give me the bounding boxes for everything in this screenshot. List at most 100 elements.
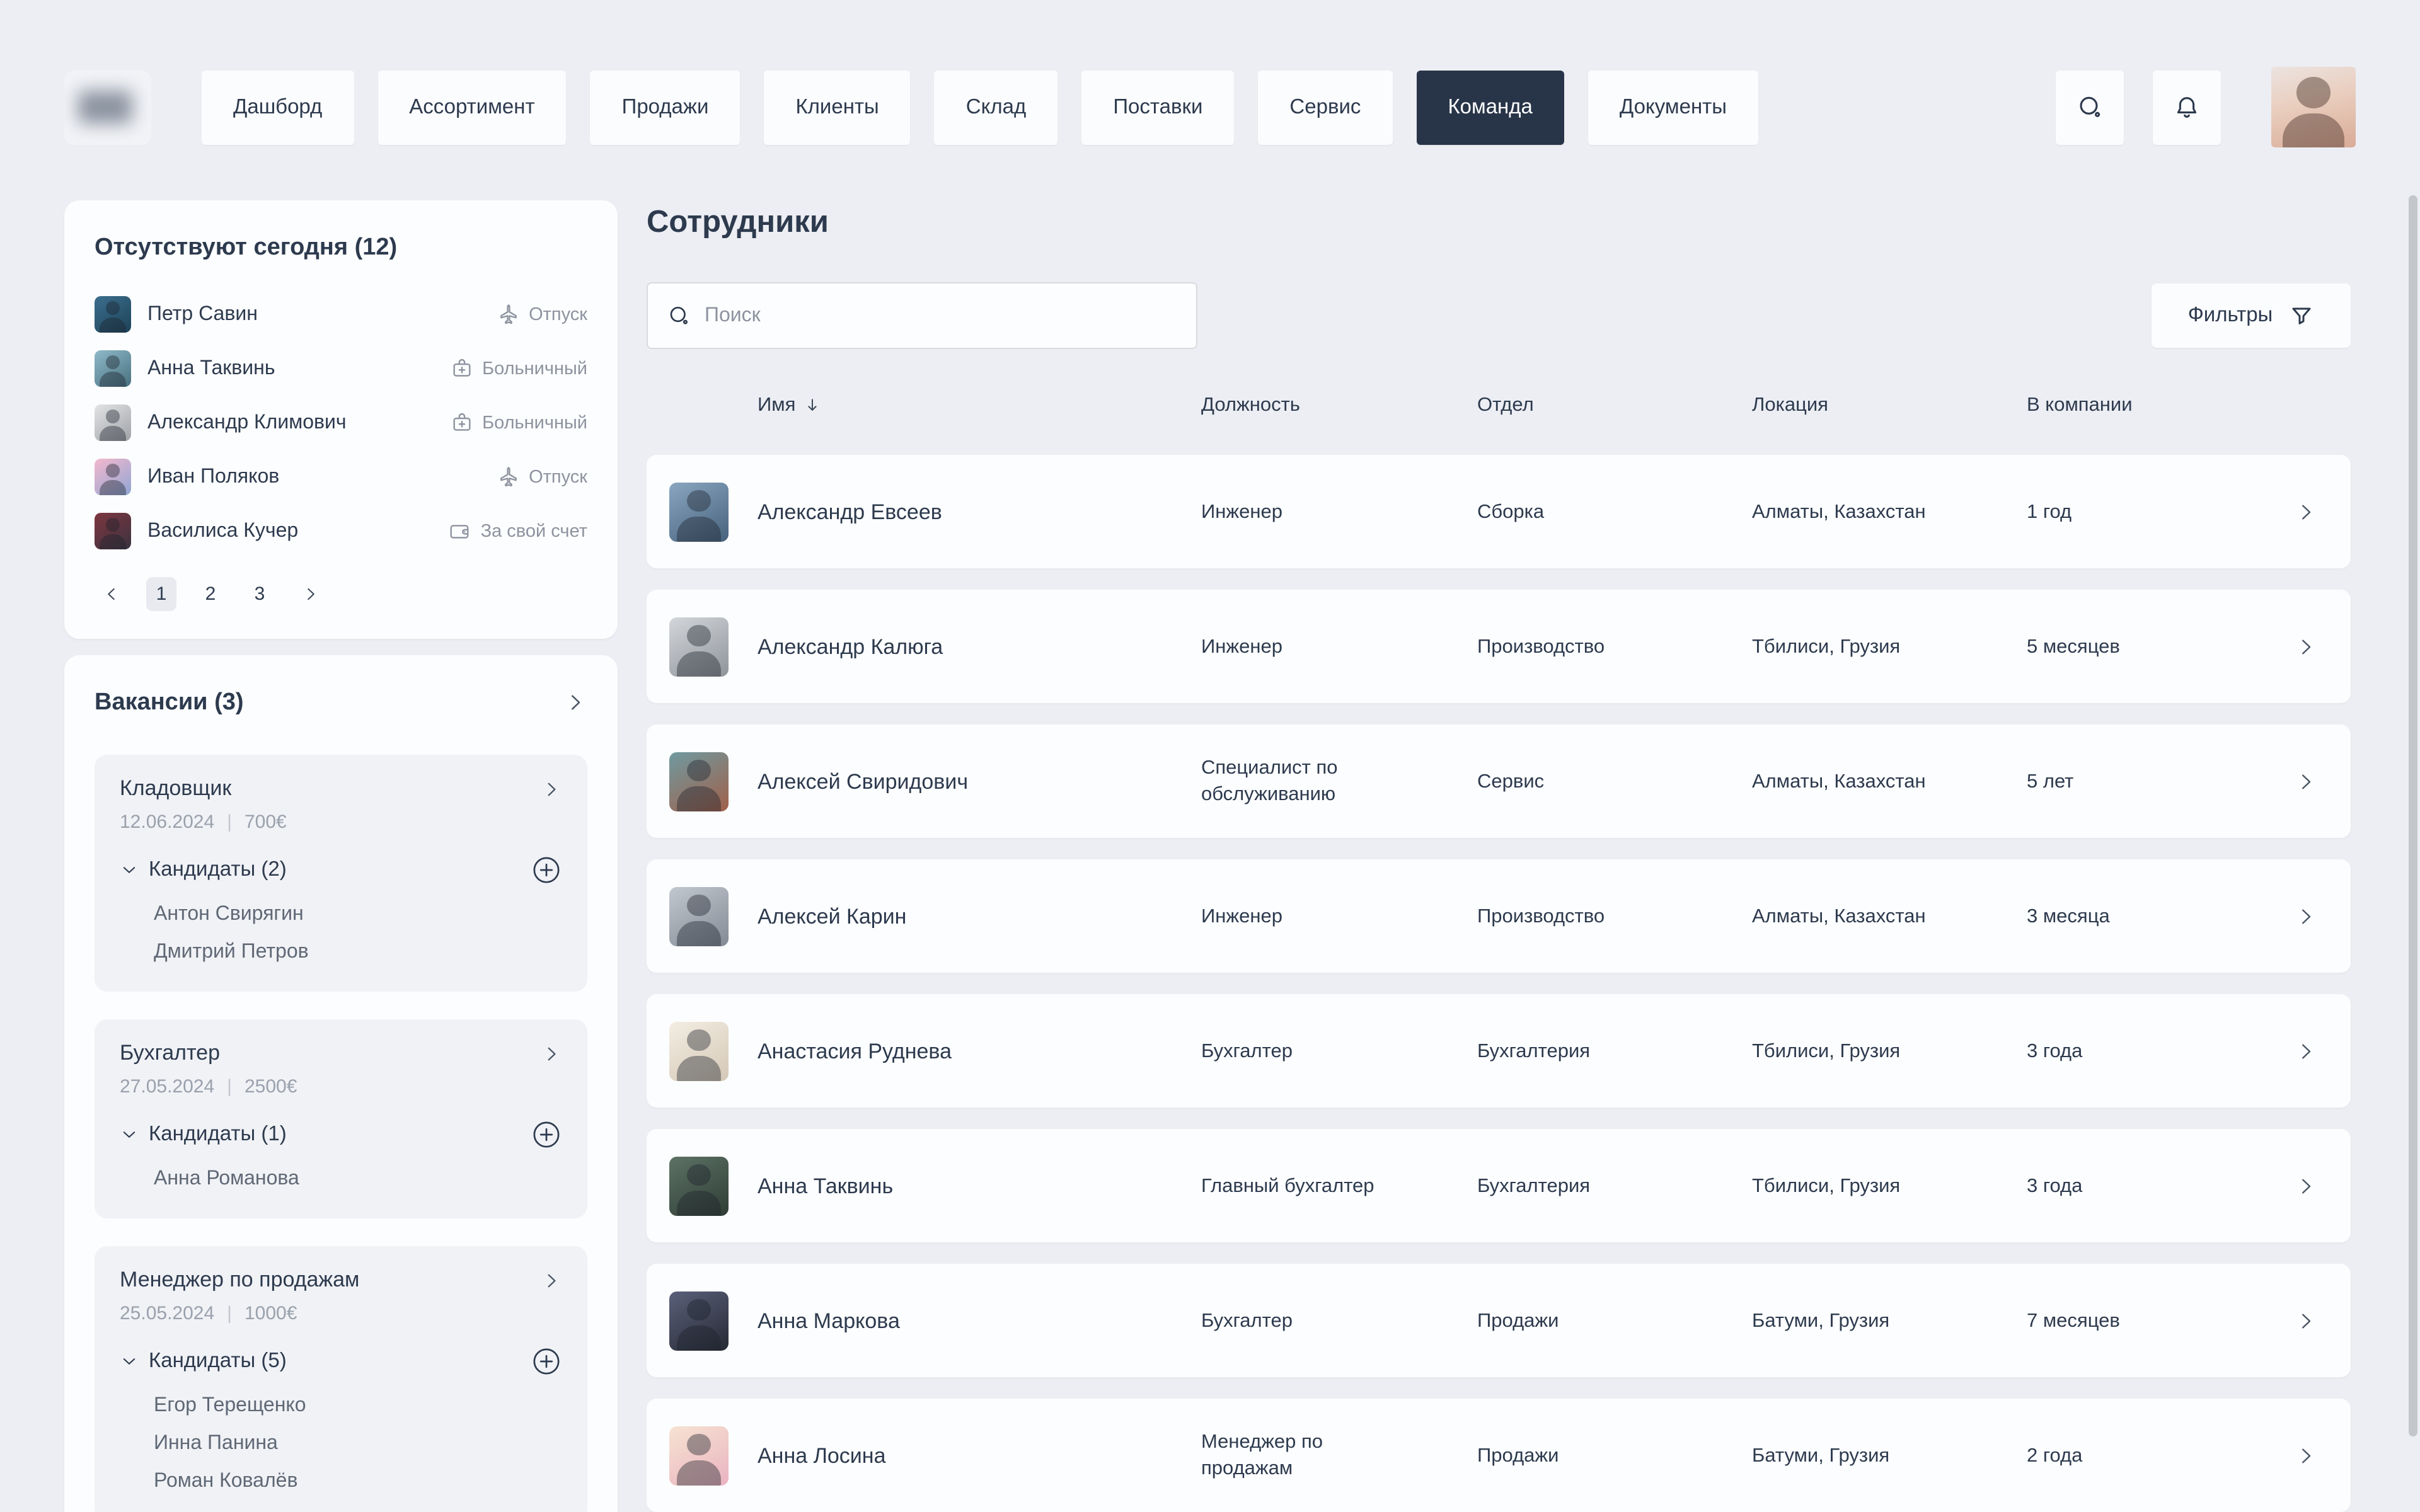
chevron-right-icon (2294, 1174, 2318, 1198)
filters-button[interactable]: Фильтры (2152, 284, 2351, 348)
nav-tab[interactable]: Дашборд (202, 70, 354, 144)
absent-person-row[interactable]: Александр Климович Больничный (95, 396, 587, 450)
nav-tab-label: Команда (1448, 95, 1532, 119)
candidates-list: Егор Терещенко Инна Панина Роман Ковалёв (120, 1387, 562, 1501)
top-actions (2056, 67, 2356, 147)
table-controls: Фильтры (647, 282, 2351, 349)
employee-location: Батуми, Грузия (1752, 1307, 2027, 1334)
search-input[interactable] (705, 284, 1196, 348)
chevron-down-icon[interactable] (120, 1352, 139, 1371)
employee-row[interactable]: Анна Таквинь Главный бухгалтер Бухгалтер… (647, 1129, 2351, 1242)
employee-position: Инженер (1201, 633, 1390, 660)
chevron-down-icon[interactable] (120, 1125, 139, 1144)
employee-position: Инженер (1201, 903, 1390, 929)
vacancy-item: Менеджер по продажам 25.05.2024 | 1000€ … (95, 1246, 587, 1512)
candidate-name[interactable]: Роман Ковалёв (154, 1463, 562, 1501)
person-name: Петр Савин (147, 303, 258, 326)
nav-tab[interactable]: Поставки (1081, 70, 1234, 144)
vacation-plane-icon (496, 302, 520, 326)
nav-tab-label: Документы (1620, 95, 1727, 119)
add-candidate-button[interactable] (531, 854, 562, 886)
employee-department: Сборка (1477, 498, 1752, 525)
employee-tenure: 5 месяцев (2027, 633, 2216, 660)
meta-separator: | (227, 810, 232, 834)
employee-row[interactable]: Алексей Свиридович Специалист по обслужи… (647, 724, 2351, 838)
absent-pagination: 1 2 3 (95, 576, 587, 611)
employee-row[interactable]: Анастасия Руднева Бухгалтер Бухгалтерия … (647, 994, 2351, 1108)
chevron-right-icon (2294, 769, 2318, 793)
absent-list: Петр Савин Отпуск Анна Таквинь (95, 287, 587, 558)
vacancy-title-row[interactable]: Кладовщик (120, 775, 562, 803)
nav-tab[interactable]: Команда (1416, 70, 1564, 144)
pagination-prev-button[interactable] (95, 576, 127, 611)
add-candidate-button[interactable] (531, 1119, 562, 1150)
candidate-name[interactable]: Анна Романова (154, 1160, 562, 1198)
vacancy-title: Бухгалтер (120, 1040, 220, 1067)
pagination-page-button[interactable]: 3 (245, 576, 275, 610)
logo-image (78, 91, 132, 123)
top-navigation-bar: Дашборд Ассортимент Продажи Клиенты Скла… (64, 67, 2356, 147)
absent-person-row[interactable]: Анна Таквинь Больничный (95, 341, 587, 396)
candidate-name[interactable]: Дмитрий Петров (154, 934, 562, 971)
employee-position: Специалист по обслуживанию (1201, 755, 1390, 808)
vacancy-title-row[interactable]: Бухгалтер (120, 1040, 562, 1067)
pagination-page-button[interactable]: 2 (195, 576, 226, 610)
absent-today-card: Отсутствуют сегодня (12) Петр Савин Отпу… (64, 200, 618, 639)
vacancies-header[interactable]: Вакансии (3) (95, 688, 587, 717)
employee-department: Продажи (1477, 1442, 1752, 1469)
vacancy-title: Кладовщик (120, 775, 231, 803)
column-header-name[interactable]: Имя (758, 391, 1201, 420)
sick-leave-medkit-icon (449, 357, 473, 381)
employee-department: Производство (1477, 903, 1752, 929)
employee-row[interactable]: Анна Лосина Менеджер по продажам Продажи… (647, 1399, 2351, 1512)
nav-tab[interactable]: Ассортимент (377, 70, 566, 144)
nav-tab[interactable]: Продажи (591, 70, 740, 144)
chevron-down-icon[interactable] (120, 861, 139, 879)
search-button[interactable] (2056, 70, 2124, 144)
vacation-plane-icon (496, 465, 520, 489)
page-scrollbar[interactable] (2409, 195, 2417, 1436)
employee-name: Александр Евсеев (758, 498, 1201, 525)
status-label: Отпуск (529, 467, 587, 487)
plus-circle-icon (531, 854, 562, 886)
employee-row[interactable]: Александр Калюга Инженер Производство Тб… (647, 590, 2351, 703)
nav-tab[interactable]: Клиенты (764, 70, 910, 144)
employee-position: Бухгалтер (1201, 1038, 1390, 1064)
absent-title: Отсутствуют сегодня (12) (95, 233, 587, 262)
pagination-page-button[interactable]: 1 (146, 576, 176, 610)
employee-row[interactable]: Алексей Карин Инженер Производство Алмат… (647, 859, 2351, 973)
nav-tab[interactable]: Сервис (1258, 70, 1392, 144)
employee-location: Тбилиси, Грузия (1752, 633, 2027, 660)
vacancy-title-row[interactable]: Менеджер по продажам (120, 1266, 562, 1294)
vacancies-title: Вакансии (3) (95, 688, 244, 717)
person-avatar (95, 404, 131, 441)
column-header-department: Отдел (1477, 391, 1752, 420)
column-header-tenure: В компании (2027, 391, 2216, 420)
person-avatar (95, 296, 131, 333)
employee-row[interactable]: Анна Маркова Бухгалтер Продажи Батуми, Г… (647, 1264, 2351, 1377)
employee-row[interactable]: Александр Евсеев Инженер Сборка Алматы, … (647, 455, 2351, 568)
candidate-name[interactable]: Антон Свирягин (154, 896, 562, 934)
absence-status: Больничный (449, 357, 587, 381)
candidate-name[interactable]: Егор Терещенко (154, 1387, 562, 1425)
candidate-name[interactable]: Инна Панина (154, 1425, 562, 1463)
add-candidate-button[interactable] (531, 1346, 562, 1377)
absent-person-row[interactable]: Иван Поляков Отпуск (95, 450, 587, 504)
vacancy-salary: 700€ (245, 810, 287, 834)
company-logo[interactable] (64, 70, 151, 144)
vacancy-date: 27.05.2024 (120, 1075, 214, 1099)
candidates-count-label: Кандидаты (2) (149, 857, 287, 883)
vacancy-date: 25.05.2024 (120, 1302, 214, 1326)
absent-person-row[interactable]: Петр Савин Отпуск (95, 287, 587, 341)
nav-tab-label: Сервис (1289, 95, 1361, 119)
employee-avatar (669, 752, 729, 811)
sort-desc-icon (803, 396, 822, 415)
nav-tab[interactable]: Склад (935, 70, 1058, 144)
notifications-button[interactable] (2153, 70, 2221, 144)
absent-person-row[interactable]: Василиса Кучер За свой счет (95, 504, 587, 558)
nav-tab[interactable]: Документы (1588, 70, 1758, 144)
user-avatar[interactable] (2271, 67, 2356, 147)
column-label: Имя (758, 391, 795, 420)
chevron-right-icon (563, 690, 587, 714)
pagination-next-button[interactable] (294, 576, 326, 611)
